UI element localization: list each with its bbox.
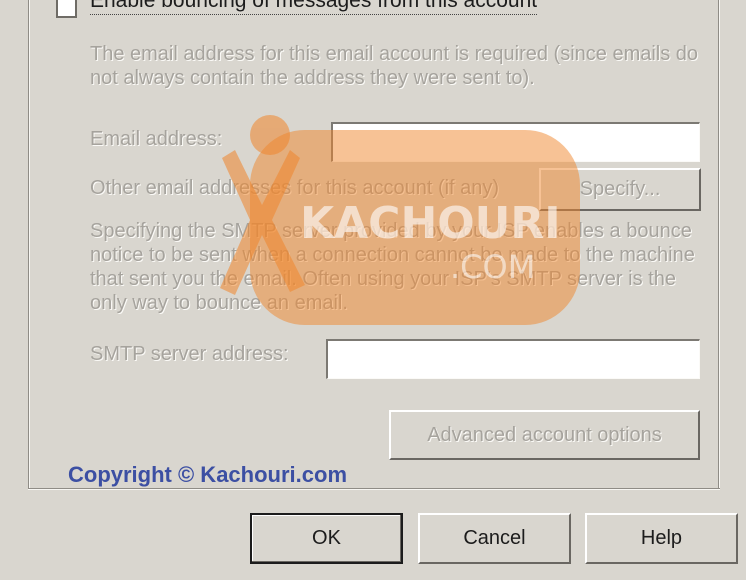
copyright-watermark: Copyright © Kachouri.com bbox=[68, 462, 348, 487]
group-frame-bottom bbox=[28, 488, 720, 490]
ok-button[interactable]: OK bbox=[250, 513, 403, 564]
smtp-description: Specifying the SMTP server provided by y… bbox=[90, 220, 695, 314]
bounce-checkbox[interactable] bbox=[56, 0, 77, 18]
specify-button[interactable]: Specify... bbox=[539, 168, 701, 211]
advanced-account-options-button[interactable]: Advanced account options bbox=[389, 410, 700, 460]
cancel-button[interactable]: Cancel bbox=[418, 513, 571, 564]
other-addresses-label: Other email addresses for this account (… bbox=[90, 177, 500, 199]
email-address-label: Email address: bbox=[90, 128, 223, 150]
smtp-server-label: SMTP server address: bbox=[90, 343, 289, 365]
bounce-checkbox-label[interactable]: Enable bouncing of messages from this ac… bbox=[90, 0, 538, 15]
group-frame-left bbox=[28, 0, 30, 490]
help-button[interactable]: Help bbox=[585, 513, 738, 564]
group-frame-right bbox=[718, 0, 720, 490]
email-address-field[interactable] bbox=[331, 122, 700, 162]
email-requirement-description: The email address for this email account… bbox=[90, 43, 699, 89]
smtp-server-field[interactable] bbox=[326, 339, 700, 379]
